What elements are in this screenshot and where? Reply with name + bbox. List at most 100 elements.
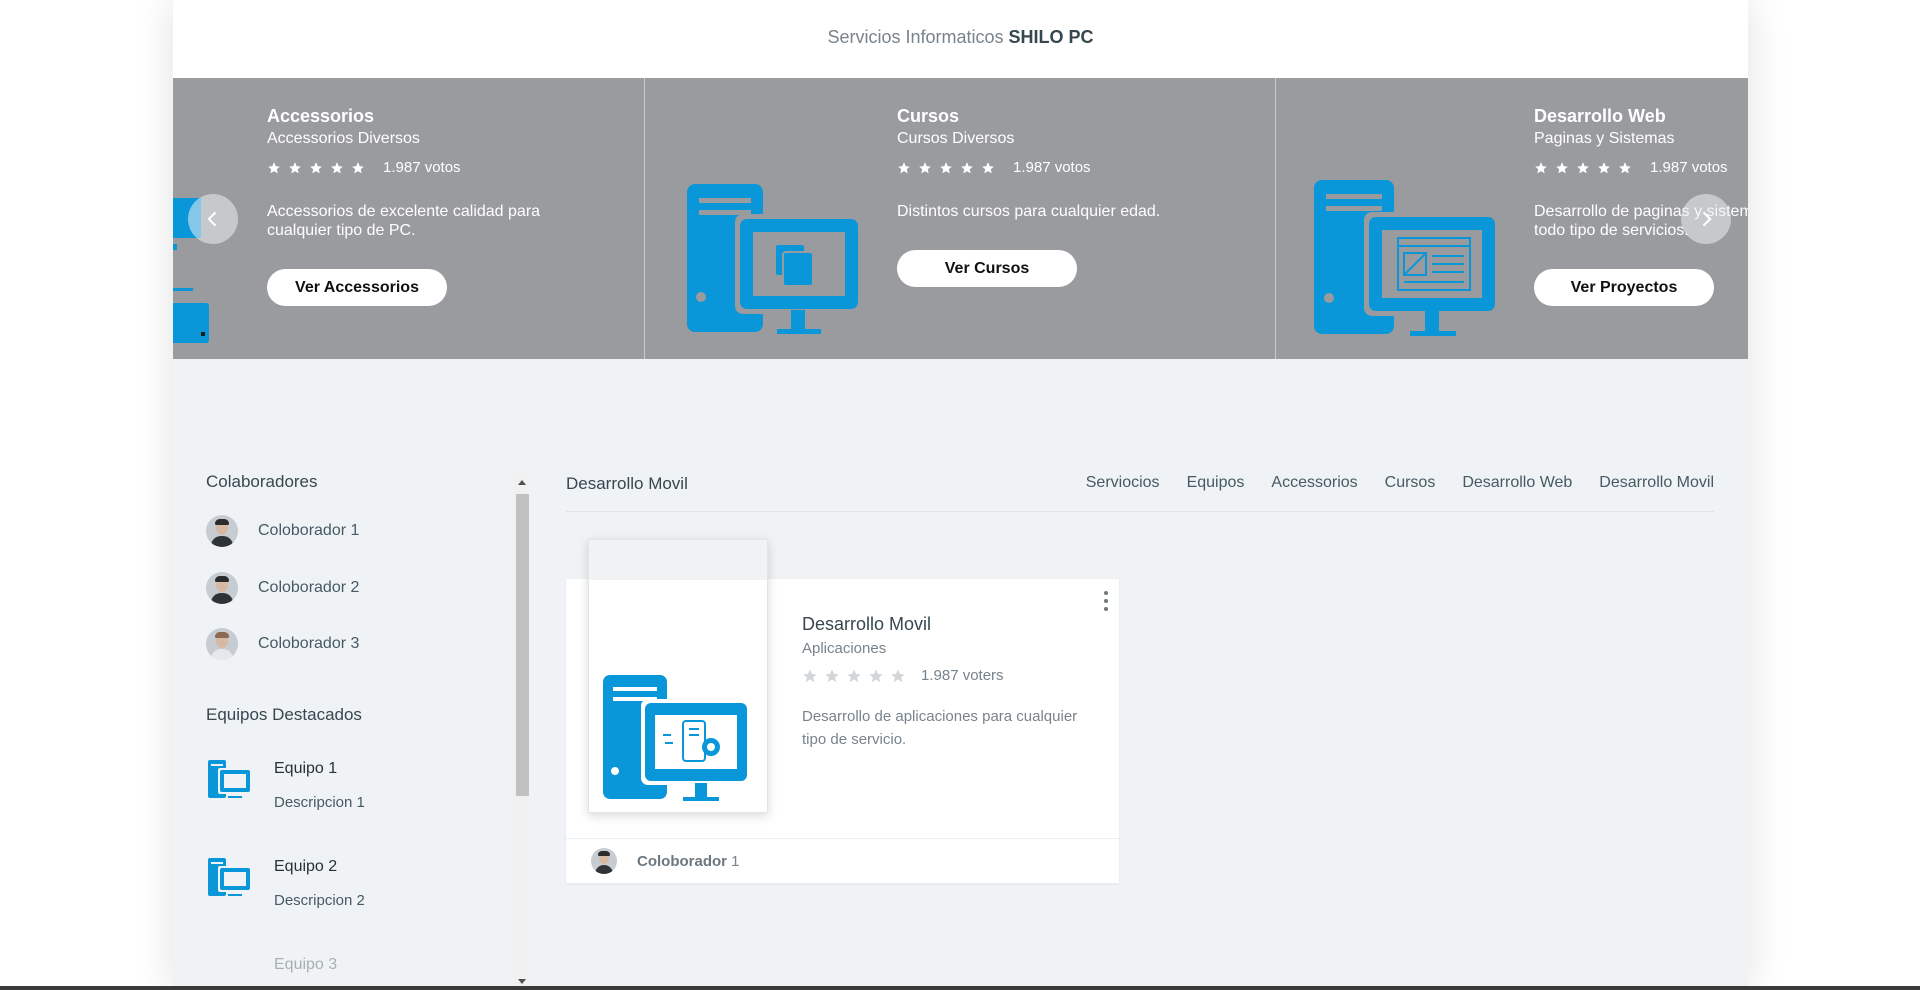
- card-author[interactable]: Coloborador 1: [637, 853, 740, 870]
- section-tabbar: Desarrollo Movil Serviocios Equipos Acce…: [566, 470, 1714, 512]
- thumbnail-overlay: [589, 540, 767, 580]
- carousel-slide-cursos: Cursos Cursos Diversos 1.987 votos Disti…: [644, 78, 1275, 359]
- star-icon: [331, 161, 343, 173]
- card-title: Desarrollo Movil: [802, 614, 932, 634]
- star-icon: [898, 161, 910, 173]
- carousel-prev-button[interactable]: [188, 194, 238, 244]
- star-icon: [352, 161, 364, 173]
- scrollbar-thumb[interactable]: [516, 494, 529, 796]
- section-tabs: Serviocios Equipos Accessorios Cursos De…: [1059, 474, 1714, 492]
- star-icon[interactable]: [802, 668, 818, 684]
- featured-equipment-item[interactable]: Equipo 3: [206, 956, 506, 990]
- collaborator-name: Coloborador 2: [258, 579, 360, 596]
- equipment-title: Equipo 3: [274, 956, 338, 973]
- ver-proyectos-button[interactable]: Ver Proyectos: [1534, 269, 1714, 306]
- star-icon: [1535, 161, 1547, 173]
- star-icon: [268, 161, 280, 173]
- tab-desarrollo-movil[interactable]: Desarrollo Movil: [1599, 474, 1714, 492]
- equipment-title: Equipo 2: [274, 858, 338, 875]
- computer-icon: [208, 760, 252, 798]
- current-section-title: Desarrollo Movil: [566, 474, 688, 493]
- star-icon[interactable]: [846, 668, 862, 684]
- tab-equipos[interactable]: Equipos: [1187, 474, 1245, 492]
- slide-description: Distintos cursos para cualquier edad.: [897, 202, 1197, 221]
- carousel: Accessorios Accessorios Diversos 1.987 v…: [173, 78, 1748, 359]
- slide-title: Accessorios: [267, 106, 375, 126]
- featured-equipment-heading: Equipos Destacados: [206, 705, 362, 724]
- mobile-development-icon: [603, 675, 751, 801]
- slide-votes: 1.987 votos: [1650, 159, 1728, 176]
- star-icon[interactable]: [824, 668, 840, 684]
- card-description: Desarrollo de aplicaciones para cualquie…: [802, 708, 1078, 748]
- top-header: Servicios Informaticos SHILO PC: [173, 0, 1748, 78]
- card-footer: Coloborador 1: [566, 838, 1119, 883]
- collaborator-name: Coloborador 1: [258, 522, 360, 539]
- brand-name: SHILO PC: [1008, 27, 1094, 47]
- ver-accessorios-button[interactable]: Ver Accessorios: [267, 269, 447, 306]
- star-icon: [1619, 161, 1631, 173]
- slide-description-line: cualquier tipo de PC.: [267, 222, 416, 239]
- slide-rating: 1.987 votos: [267, 159, 461, 176]
- card-votes: 1.987 voters: [921, 667, 1004, 684]
- slide-rating: 1.987 votos: [1534, 159, 1728, 176]
- sidebar-scrollbar[interactable]: [514, 472, 530, 990]
- avatar: [591, 848, 617, 874]
- star-icon: [982, 161, 994, 173]
- collaborator-item[interactable]: Coloborador 1: [206, 515, 359, 547]
- star-icon[interactable]: [868, 668, 884, 684]
- featured-equipment-item[interactable]: Equipo 2 Descripcion 2: [206, 858, 506, 918]
- collaborator-name: Coloborador 3: [258, 635, 360, 652]
- slide-subtitle: Accessorios Diversos: [267, 130, 420, 147]
- slide-description-line: Distintos cursos para cualquier edad.: [897, 203, 1161, 220]
- slide-rating: 1.987 votos: [897, 159, 1091, 176]
- tab-desarrollo-web[interactable]: Desarrollo Web: [1462, 474, 1572, 492]
- computer-courses-illustration-icon: [687, 184, 863, 334]
- star-icon: [1556, 161, 1568, 173]
- slide-votes: 1.987 votos: [1013, 159, 1091, 176]
- more-vertical-icon[interactable]: [1103, 591, 1109, 611]
- tab-servicios[interactable]: Serviocios: [1086, 474, 1160, 492]
- avatar: [206, 628, 238, 660]
- brand-prefix: Servicios Informaticos: [827, 27, 1004, 47]
- service-card[interactable]: Desarrollo Movil Aplicaciones 1.987 vote…: [566, 539, 1119, 883]
- slide-subtitle: Paginas y Sistemas: [1534, 130, 1675, 147]
- window-bottom-edge: [0, 986, 1920, 990]
- star-icon: [940, 161, 952, 173]
- web-development-illustration-icon: [1314, 180, 1500, 336]
- carousel-next-button[interactable]: [1681, 194, 1731, 244]
- collaborator-item[interactable]: Coloborador 3: [206, 628, 359, 660]
- card-author-name: Coloborador: [637, 852, 727, 870]
- star-icon: [919, 161, 931, 173]
- equipment-title: Equipo 1: [274, 760, 338, 777]
- avatar: [206, 572, 238, 604]
- slide-description: Accessorios de excelente calidad para cu…: [267, 202, 567, 240]
- collaborator-item[interactable]: Coloborador 2: [206, 572, 359, 604]
- page: Servicios Informaticos SHILO PC Accessor…: [173, 0, 1748, 990]
- star-icon: [289, 161, 301, 173]
- scroll-down-arrow-icon[interactable]: [518, 979, 526, 984]
- carousel-slide-desarrollo-web: Desarrollo Web Paginas y Sistemas 1.987 …: [1275, 78, 1748, 359]
- chevron-right-icon: [1702, 211, 1712, 227]
- star-icon: [1577, 161, 1589, 173]
- tab-accessorios[interactable]: Accessorios: [1271, 474, 1357, 492]
- equipment-description: Descripcion 1: [274, 794, 365, 811]
- tab-cursos[interactable]: Cursos: [1385, 474, 1436, 492]
- collaborators-heading: Colaboradores: [206, 472, 318, 491]
- card-subtitle: Aplicaciones: [802, 640, 887, 657]
- chevron-left-icon: [207, 211, 217, 227]
- brand-title[interactable]: Servicios Informaticos SHILO PC: [173, 27, 1748, 48]
- scroll-up-arrow-icon[interactable]: [518, 480, 526, 485]
- card-author-number: 1: [731, 852, 740, 870]
- sidebar: Colaboradores Coloborador 1 Coloborador …: [206, 472, 524, 990]
- carousel-slide-accessorios: Accessorios Accessorios Diversos 1.987 v…: [173, 78, 644, 359]
- card-thumbnail: [588, 539, 768, 813]
- ver-cursos-button[interactable]: Ver Cursos: [897, 250, 1077, 287]
- equipment-description: Descripcion 2: [274, 892, 365, 909]
- star-icon[interactable]: [890, 668, 906, 684]
- star-icon: [961, 161, 973, 173]
- card-rating: 1.987 voters: [802, 667, 1004, 684]
- star-icon: [310, 161, 322, 173]
- avatar: [206, 515, 238, 547]
- slide-subtitle: Cursos Diversos: [897, 130, 1015, 147]
- featured-equipment-item[interactable]: Equipo 1 Descripcion 1: [206, 760, 506, 820]
